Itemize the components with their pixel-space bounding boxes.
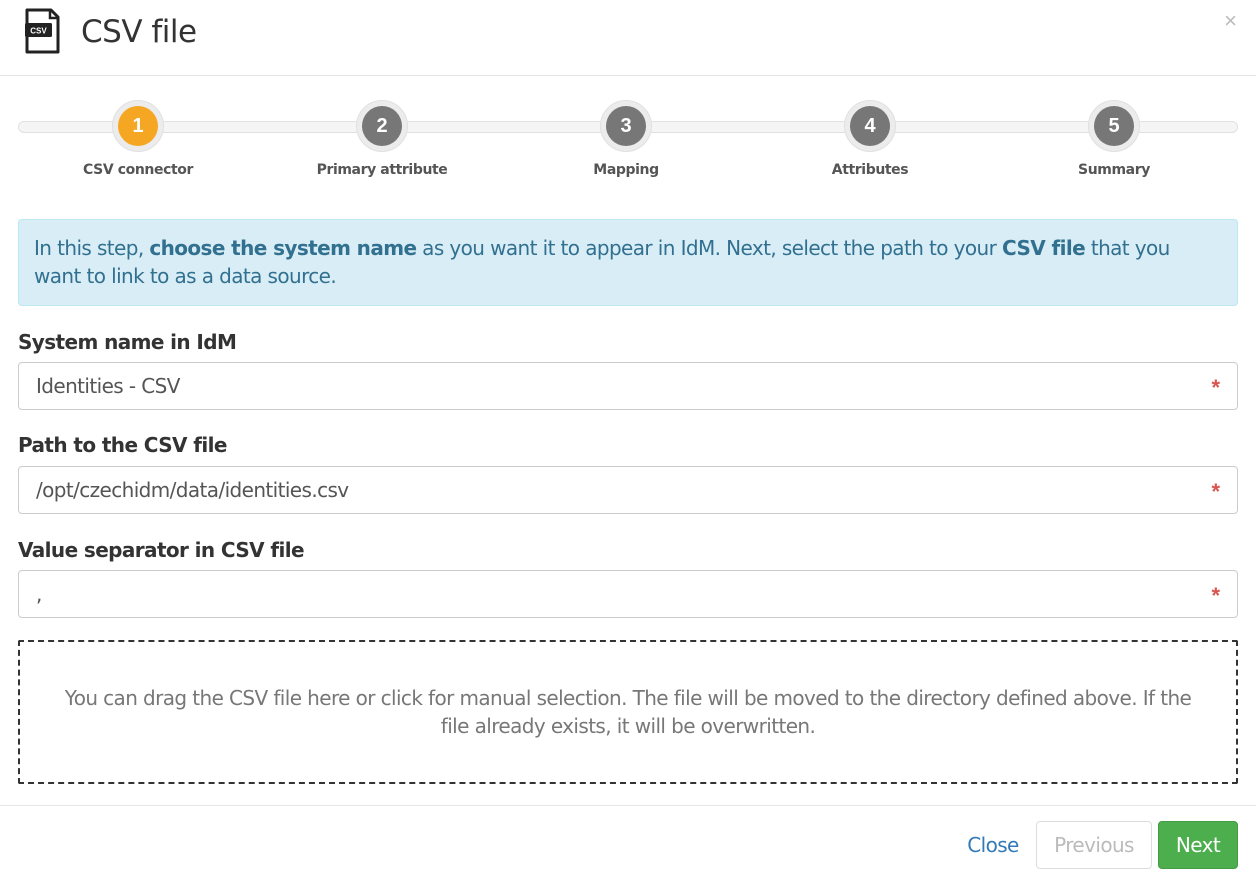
- step-number: 2: [362, 106, 402, 146]
- wizard-step-3[interactable]: 3 Mapping: [536, 100, 716, 178]
- step-label: Mapping: [593, 162, 659, 178]
- wizard-steps: 1 CSV connector 2 Primary attribute 3 Ma…: [0, 100, 1256, 190]
- modal-title: CSV file: [81, 14, 197, 50]
- step-circle: 2: [356, 100, 408, 152]
- system-name-field: *: [18, 362, 1238, 410]
- modal-footer: Close Previous Next: [0, 805, 1256, 877]
- close-icon[interactable]: ×: [1224, 9, 1237, 33]
- step-label: CSV connector: [83, 162, 193, 178]
- modal-header: CSV CSV file ×: [0, 0, 1256, 76]
- csv-icon-text: CSV: [30, 27, 47, 36]
- previous-button[interactable]: Previous: [1036, 821, 1152, 869]
- step-circle: 4: [844, 100, 896, 152]
- info-alert: In this step, choose the system name as …: [18, 219, 1238, 306]
- csv-path-field: *: [18, 466, 1238, 514]
- required-marker: *: [1211, 375, 1220, 400]
- csv-path-input[interactable]: [19, 467, 1199, 513]
- separator-field: *: [18, 570, 1238, 618]
- step-label: Attributes: [831, 162, 909, 178]
- system-name-input[interactable]: [19, 363, 1199, 409]
- dropzone-text: You can drag the CSV file here or click …: [64, 686, 1192, 738]
- system-name-label: System name in IdM: [18, 330, 237, 354]
- step-circle: 1: [112, 100, 164, 152]
- step-number: 4: [850, 106, 890, 146]
- step-number: 1: [118, 106, 158, 146]
- separator-label: Value separator in CSV file: [18, 538, 305, 562]
- required-marker: *: [1211, 479, 1220, 504]
- separator-input[interactable]: [19, 571, 1199, 617]
- step-label: Primary attribute: [316, 162, 448, 178]
- step-label: Summary: [1078, 162, 1150, 178]
- next-button[interactable]: Next: [1158, 821, 1238, 869]
- required-marker: *: [1211, 583, 1220, 608]
- info-text: In this step,: [34, 236, 150, 260]
- step-number: 5: [1094, 106, 1134, 146]
- file-dropzone[interactable]: You can drag the CSV file here or click …: [18, 640, 1238, 784]
- wizard-step-2[interactable]: 2 Primary attribute: [292, 100, 472, 178]
- step-circle: 5: [1088, 100, 1140, 152]
- info-text: as you want it to appear in IdM. Next, s…: [416, 236, 1002, 260]
- csv-file-icon: CSV: [24, 8, 60, 54]
- close-button[interactable]: Close: [958, 821, 1028, 869]
- step-circle: 3: [600, 100, 652, 152]
- wizard-step-1[interactable]: 1 CSV connector: [48, 100, 228, 178]
- csv-path-label: Path to the CSV file: [18, 433, 227, 457]
- info-bold-system-name: choose the system name: [149, 236, 417, 260]
- wizard-step-4[interactable]: 4 Attributes: [780, 100, 960, 178]
- info-bold-csv-file: CSV file: [1002, 236, 1086, 260]
- step-number: 3: [606, 106, 646, 146]
- wizard-step-5[interactable]: 5 Summary: [1024, 100, 1204, 178]
